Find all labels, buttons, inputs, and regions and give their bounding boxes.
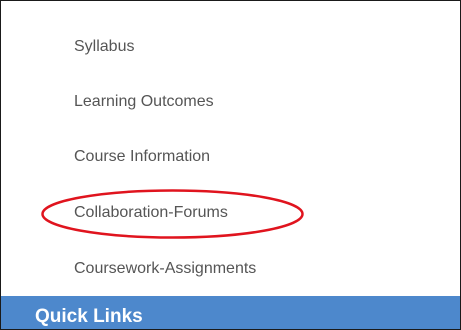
nav-item-collaboration-forums[interactable]: Collaboration-Forums xyxy=(74,203,228,223)
nav-item-coursework-assignments[interactable]: Coursework-Assignments xyxy=(74,259,256,279)
nav-item-course-information[interactable]: Course Information xyxy=(74,147,210,167)
course-menu-panel: Syllabus Learning Outcomes Course Inform… xyxy=(0,0,461,330)
quick-links-header[interactable]: Quick Links xyxy=(1,296,460,329)
nav-item-syllabus[interactable]: Syllabus xyxy=(74,37,134,57)
nav-item-learning-outcomes[interactable]: Learning Outcomes xyxy=(74,92,214,112)
quick-links-label: Quick Links xyxy=(35,306,143,327)
